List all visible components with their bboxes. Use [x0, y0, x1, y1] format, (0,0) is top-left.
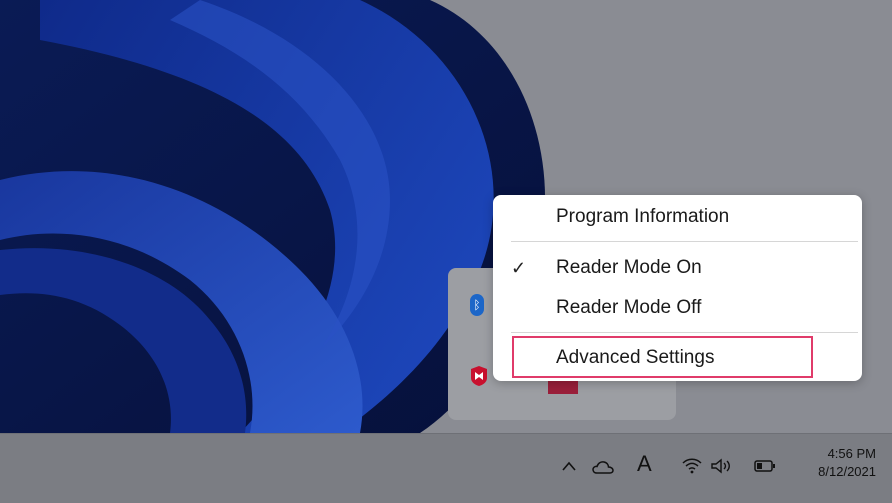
- menu-item-program-information[interactable]: Program Information: [493, 201, 862, 235]
- clock-time[interactable]: 4:56 PM: [828, 446, 876, 461]
- mcafee-icon[interactable]: [470, 366, 488, 386]
- wifi-icon[interactable]: [682, 458, 702, 474]
- battery-icon[interactable]: [754, 460, 776, 472]
- menu-item-label: Reader Mode On: [556, 257, 702, 278]
- highlight-box: [512, 336, 813, 378]
- checkmark-icon: ✓: [511, 258, 527, 278]
- menu-item-reader-mode-off[interactable]: Reader Mode Off: [493, 292, 862, 326]
- menu-item-label: Reader Mode Off: [556, 297, 702, 318]
- menu-item-reader-mode-on[interactable]: ✓ Reader Mode On: [493, 252, 862, 286]
- clock-date[interactable]: 8/12/2021: [818, 464, 876, 479]
- taskbar: A 4:56 PM 8/12/2021: [0, 433, 892, 503]
- chevron-up-icon[interactable]: [561, 460, 577, 472]
- menu-separator: [511, 241, 858, 242]
- menu-separator: [511, 332, 858, 333]
- bluetooth-icon[interactable]: ᛒ: [470, 294, 484, 316]
- volume-icon[interactable]: [710, 458, 732, 474]
- menu-item-label: Program Information: [556, 206, 730, 227]
- ime-indicator[interactable]: A: [637, 453, 652, 475]
- onedrive-icon[interactable]: [592, 460, 614, 474]
